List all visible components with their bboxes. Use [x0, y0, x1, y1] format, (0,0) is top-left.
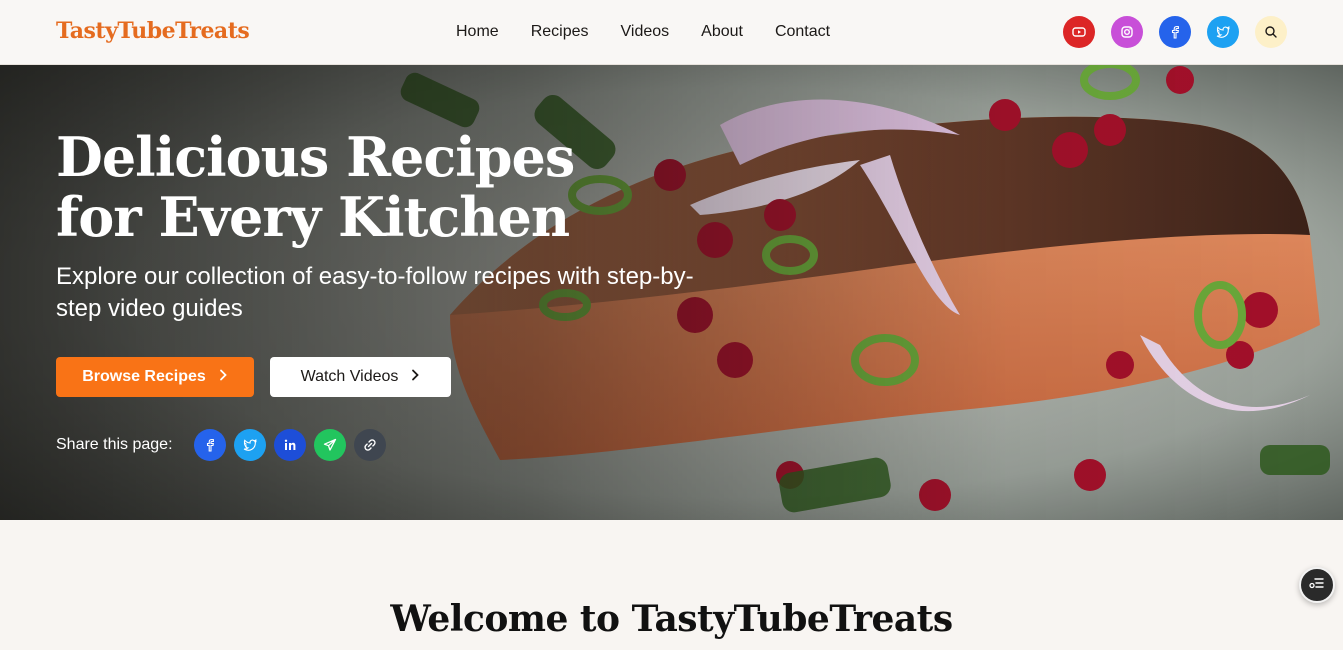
nav-about[interactable]: About — [701, 22, 743, 42]
linkedin-icon[interactable] — [274, 429, 306, 461]
link-icon[interactable] — [354, 429, 386, 461]
facebook-icon[interactable] — [194, 429, 226, 461]
nav-home[interactable]: Home — [456, 22, 499, 42]
hero-section: Delicious Recipes for Every Kitchen Expl… — [0, 65, 1343, 520]
watch-videos-button[interactable]: Watch Videos — [270, 357, 451, 397]
chevron-right-icon — [410, 368, 420, 386]
site-header: TastyTubeTreats Home Recipes Videos Abou… — [0, 0, 1343, 65]
twitter-icon[interactable] — [1207, 16, 1239, 48]
share-buttons — [194, 429, 386, 461]
hero-title-line-2: for Every Kitchen — [56, 185, 570, 249]
hero-title: Delicious Recipes for Every Kitchen — [56, 127, 676, 247]
hero-subtitle: Explore our collection of easy-to-follow… — [56, 263, 694, 322]
welcome-title: Welcome to TastyTubeTreats — [390, 598, 953, 640]
site-logo[interactable]: TastyTubeTreats — [56, 18, 250, 44]
share-label: Share this page: — [56, 436, 173, 453]
instagram-icon[interactable] — [1111, 16, 1143, 48]
twitter-icon[interactable] — [234, 429, 266, 461]
nav-videos[interactable]: Videos — [621, 22, 670, 42]
nav-recipes[interactable]: Recipes — [531, 22, 589, 42]
facebook-icon[interactable] — [1159, 16, 1191, 48]
youtube-icon[interactable] — [1063, 16, 1095, 48]
hero-title-line-1: Delicious Recipes — [56, 125, 575, 189]
watch-videos-label: Watch Videos — [300, 368, 399, 385]
browse-recipes-label: Browse Recipes — [82, 368, 206, 385]
header-social-links — [1063, 16, 1287, 48]
list-icon — [1309, 576, 1325, 595]
nav-contact[interactable]: Contact — [775, 22, 830, 42]
table-of-contents-button[interactable] — [1299, 567, 1335, 603]
search-icon[interactable] — [1255, 16, 1287, 48]
browse-recipes-button[interactable]: Browse Recipes — [56, 357, 254, 397]
chevron-right-icon — [218, 368, 228, 386]
telegram-icon[interactable] — [314, 429, 346, 461]
main-nav: Home Recipes Videos About Contact — [456, 22, 862, 42]
